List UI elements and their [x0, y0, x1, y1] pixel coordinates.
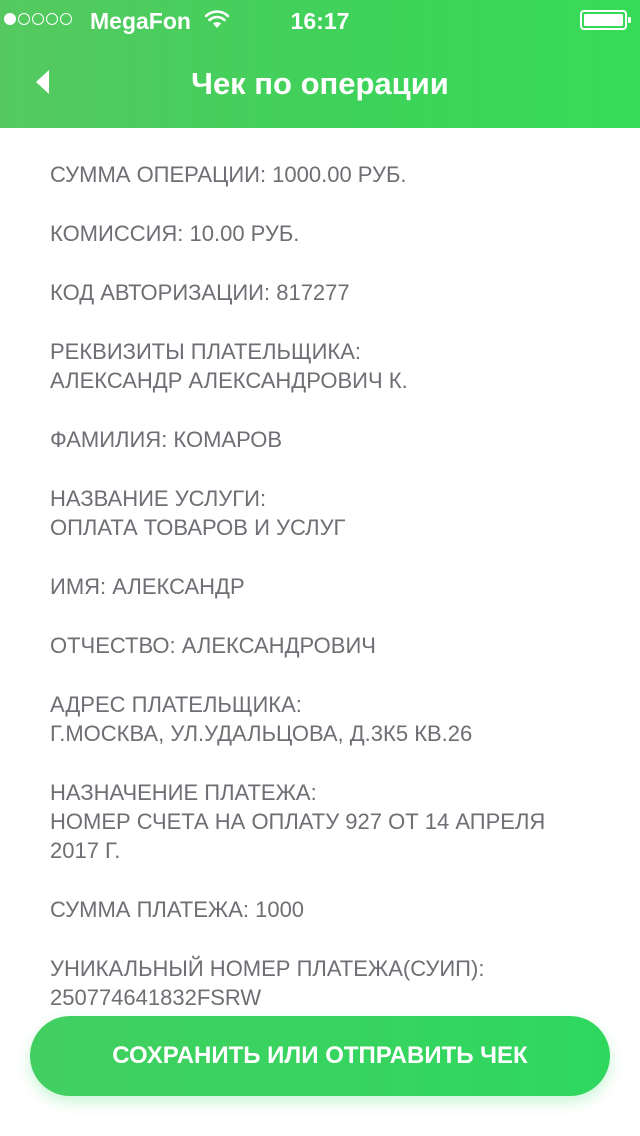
status-bar: MegaFon 16:17 — [0, 0, 640, 40]
receipt-row: ФАМИЛИЯ: КОМАРОВ — [50, 425, 282, 454]
receipt-line: Г.МОСКВА, УЛ.УДАЛЬЦОВА, Д.3К5 КВ.26 — [50, 721, 473, 746]
receipt-line: 2017 Г. — [50, 838, 121, 863]
receipt-line: ФАМИЛИЯ: КОМАРОВ — [50, 427, 283, 452]
receipt-line: АДРЕС ПЛАТЕЛЬЩИКА: — [50, 692, 302, 717]
receipt-line: КОМИССИЯ: 10.00 РУБ. — [50, 221, 300, 246]
battery-icon — [580, 10, 631, 30]
receipt-row: СУММА ПЛАТЕЖА: 1000 — [50, 895, 304, 924]
receipt-row: АДРЕС ПЛАТЕЛЬЩИКА: Г.МОСКВА, УЛ.УДАЛЬЦОВА… — [50, 690, 472, 748]
receipt-line: ИМЯ: АЛЕКСАНДР — [50, 574, 245, 599]
receipt-row: КОД АВТОРИЗАЦИИ: 817277 — [50, 278, 350, 307]
receipt-line: НАЗВАНИЕ УСЛУГИ: — [50, 486, 267, 511]
page-title: Чек по операции — [191, 66, 449, 101]
receipt-row: НАЗНАЧЕНИЕ ПЛАТЕЖА: НОМЕР СЧЕТА НА ОПЛАТУ… — [50, 778, 545, 865]
receipt-row: ИМЯ: АЛЕКСАНДР — [50, 572, 245, 601]
receipt-line: ОТЧЕСТВО: АЛЕКСАНДРОВИЧ — [50, 633, 376, 658]
receipt-line: СУММА ОПЕРАЦИИ: 1000.00 РУБ. — [50, 162, 407, 187]
save-or-send-receipt-button[interactable]: СОХРАНИТЬ ИЛИ ОТПРАВИТЬ ЧЕК — [30, 1016, 610, 1096]
receipt-row: РЕКВИЗИТЫ ПЛАТЕЛЬЩИКА: АЛЕКСАНДР АЛЕКСАНД… — [50, 337, 408, 395]
receipt-line: РЕКВИЗИТЫ ПЛАТЕЛЬЩИКА: — [50, 339, 362, 364]
receipt-line: СУММА ПЛАТЕЖА: 1000 — [50, 897, 305, 922]
receipt-line: КОД АВТОРИЗАЦИИ: 817277 — [50, 280, 350, 305]
receipt-row: УНИКАЛЬНЫЙ НОМЕР ПЛАТЕЖА(СУИП): 250774641… — [50, 954, 484, 1012]
receipt-row: НАЗВАНИЕ УСЛУГИ: ОПЛАТА ТОВАРОВ И УСЛУГ — [50, 484, 345, 542]
receipt-line: ОПЛАТА ТОВАРОВ И УСЛУГ — [50, 515, 346, 540]
receipt-line: НАЗНАЧЕНИЕ ПЛАТЕЖА: — [50, 780, 317, 805]
receipt-row: КОМИССИЯ: 10.00 РУБ. — [50, 219, 299, 248]
receipt-line: 250774641832FSRW — [50, 985, 262, 1010]
header: MegaFon 16:17 Чек по операции — [0, 0, 640, 128]
receipt-row: СУММА ОПЕРАЦИИ: 1000.00 РУБ. — [50, 160, 407, 189]
receipt-line: УНИКАЛЬНЫЙ НОМЕР ПЛАТЕЖА(СУИП): — [50, 956, 485, 981]
status-time: 16:17 — [290, 8, 350, 34]
nav-bar: Чек по операции — [0, 40, 640, 128]
receipt-line: АЛЕКСАНДР АЛЕКСАНДРОВИЧ К. — [50, 368, 408, 393]
receipt-screen: ОТПРАВИТЕЛЬ: № КАРТЫ: 8032СУММА ОПЕРАЦИИ… — [0, 0, 640, 1136]
receipt-line: НОМЕР СЧЕТА НА ОПЛАТУ 927 ОТ 14 АПРЕЛЯ — [50, 809, 546, 834]
receipt-row: ОТЧЕСТВО: АЛЕКСАНДРОВИЧ — [50, 631, 376, 660]
